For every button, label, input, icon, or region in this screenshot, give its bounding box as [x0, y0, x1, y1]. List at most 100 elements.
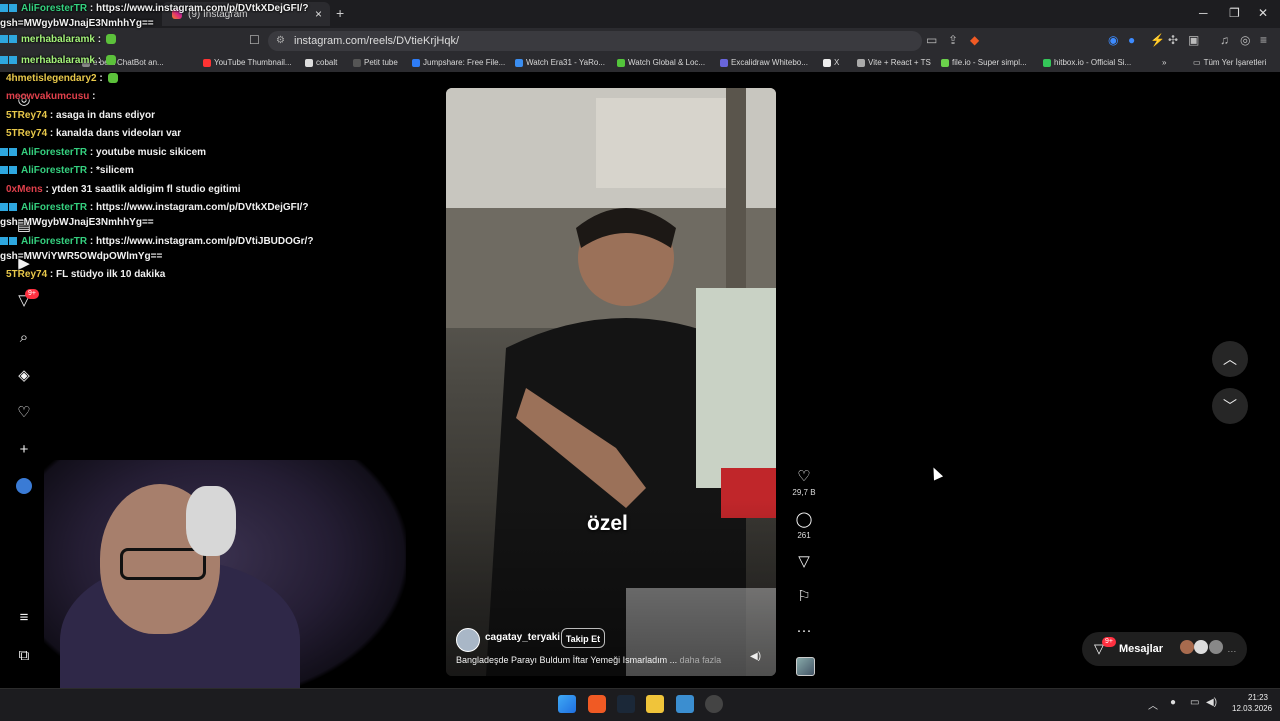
chat-message: gsh=MWgybWJnajE3NmhhYg==	[0, 18, 154, 29]
share-icon[interactable]: ▽	[794, 552, 814, 570]
bookmark-label: cobalt	[316, 58, 338, 67]
apps-icon[interactable]: ⧉	[14, 646, 34, 666]
save-icon[interactable]: ⚐	[794, 587, 814, 605]
bookmarks-overflow-button[interactable]: »	[1162, 58, 1166, 67]
bookmark-item[interactable]: hitbox.io - Official Si...	[1043, 58, 1131, 67]
bookmarks-bar: e best ChatBot an... YouTube Thumbnail...…	[0, 54, 1280, 73]
chat-username[interactable]: 4hmetislegendary2	[6, 73, 97, 84]
bookmark-page-icon[interactable]: ☐	[249, 33, 260, 47]
chat-username[interactable]: AliForesterTR	[21, 165, 87, 176]
bookmark-item[interactable]: file.io - Super simpl...	[941, 58, 1027, 67]
brave-browser-icon[interactable]	[588, 695, 606, 713]
heart-icon[interactable]: ♡	[14, 403, 34, 423]
system-clock[interactable]: 21:23 12.03.2026	[1232, 692, 1272, 714]
bookmark-item[interactable]: Petit tube	[353, 58, 398, 67]
like-icon[interactable]: ♡	[794, 467, 814, 485]
mute-icon[interactable]: ◀)	[750, 651, 761, 662]
next-reel-button[interactable]: ﹀	[1212, 388, 1248, 424]
bookmark-favicon-icon	[941, 58, 949, 67]
bookmark-item[interactable]: Jumpshare: Free File...	[412, 58, 505, 67]
menu-icon[interactable]: ≡	[14, 608, 34, 628]
address-bar[interactable]: ⚙ instagram.com/reels/DVtieKrjHqk/	[268, 31, 922, 51]
profile-avatar[interactable]	[14, 478, 34, 498]
chat-username[interactable]: 5TRey74	[6, 110, 47, 121]
more-options-icon[interactable]: ···	[794, 622, 814, 639]
restore-icon[interactable]: ❐	[1229, 6, 1240, 20]
cast-icon[interactable]: ▭	[926, 33, 937, 47]
steam-icon[interactable]	[617, 695, 635, 713]
bookmark-item[interactable]: X	[823, 58, 839, 67]
explore-icon[interactable]: ◈	[14, 366, 34, 386]
search-icon[interactable]: ⌕	[14, 328, 34, 348]
music-icon[interactable]: ♫	[1220, 33, 1229, 47]
previous-reel-button[interactable]: ︿	[1212, 341, 1248, 377]
chat-username[interactable]: meowvakumcusu	[6, 91, 89, 102]
bookmark-item[interactable]: Excalidraw Whitebo...	[720, 58, 808, 67]
sidebar-toggle-icon[interactable]: ▣	[1188, 33, 1199, 47]
extension-icon[interactable]: ◉	[1108, 33, 1118, 47]
chat-username[interactable]: merhabalaramk	[21, 55, 95, 66]
create-icon[interactable]: +	[14, 440, 34, 460]
new-tab-button[interactable]: +	[336, 5, 344, 21]
volume-icon[interactable]: ◀)	[1206, 697, 1217, 708]
chat-username[interactable]: AliForesterTR	[21, 236, 87, 247]
chat-username[interactable]: 5TRey74	[6, 128, 47, 139]
start-icon[interactable]	[558, 695, 576, 713]
all-bookmarks-button[interactable]: ▭ Tüm Yer İşaretleri	[1193, 58, 1266, 67]
more-link[interactable]: daha fazla	[680, 655, 722, 665]
chat-username[interactable]: 0xMens	[6, 184, 43, 195]
webcam-headphones	[186, 486, 236, 556]
reel-video[interactable]	[446, 88, 776, 676]
comment-icon[interactable]: ◯	[794, 510, 814, 528]
chat-emote-icon	[107, 73, 118, 83]
chat-separator: :	[87, 3, 97, 14]
brave-shields-icon[interactable]: ◆	[970, 33, 979, 47]
bookmark-label: Petit tube	[364, 58, 398, 67]
chat-username[interactable]: AliForesterTR	[21, 3, 87, 14]
chat-badge-icon	[9, 4, 17, 12]
site-info-icon[interactable]: ⚙	[276, 31, 285, 51]
bookmark-item[interactable]: Watch Era31 - YaRo...	[515, 58, 605, 67]
network-icon[interactable]: ▭	[1190, 697, 1199, 708]
chat-emote-icon	[105, 55, 116, 65]
messages-icon[interactable]: ▽ 9+	[14, 289, 39, 311]
chat-username[interactable]: 5TRey74	[6, 269, 47, 280]
author-username[interactable]: cagatay_teryaki	[485, 632, 560, 643]
bookmark-item[interactable]: cobalt	[305, 58, 337, 67]
file-explorer-icon[interactable]	[646, 695, 664, 713]
chat-message: meowvakumcusu :	[0, 91, 95, 102]
chat-separator: :	[87, 202, 97, 213]
close-tab-icon[interactable]: ×	[315, 7, 322, 21]
app-icon[interactable]	[676, 695, 694, 713]
bookmark-item[interactable]: Vite + React + TS	[857, 58, 931, 67]
chat-separator: :	[94, 55, 104, 66]
bookmark-item[interactable]: YouTube Thumbnail...	[203, 58, 292, 67]
author-avatar[interactable]	[456, 628, 480, 652]
folder-icon: ▭	[1193, 58, 1201, 67]
vpn-icon[interactable]: ●	[1128, 33, 1135, 47]
bookmark-favicon-icon	[857, 58, 865, 67]
wallet-icon[interactable]: ◎	[1240, 33, 1250, 47]
chat-message: gsh=MWgybWJnajE3NmhhYg==	[0, 217, 154, 228]
chat-text: https://www.instagram.com/p/DVtkXDejGFI/…	[96, 3, 309, 14]
tray-overflow-icon[interactable]: ︿	[1148, 697, 1158, 712]
obs-icon[interactable]	[705, 695, 723, 713]
chat-username[interactable]: AliForesterTR	[21, 202, 87, 213]
chat-text: https://www.instagram.com/p/DVtiJBUDOGr/…	[96, 236, 314, 247]
chat-username[interactable]: AliForesterTR	[21, 147, 87, 158]
window-close-icon[interactable]: ✕	[1258, 6, 1268, 20]
chat-text: *silicem	[96, 165, 134, 176]
chat-username[interactable]: merhabalaramk	[21, 34, 95, 45]
bookmark-label: Jumpshare: Free File...	[423, 58, 506, 67]
chat-message: AliForesterTR : https://www.instagram.co…	[0, 3, 308, 14]
share-icon[interactable]: ⇪	[948, 33, 958, 47]
messages-badge: 9+	[1102, 637, 1116, 647]
minimize-icon[interactable]: ─	[1199, 6, 1208, 20]
puzzle-icon[interactable]: ✣	[1168, 33, 1178, 47]
audio-thumbnail[interactable]	[796, 657, 815, 676]
extension-2-icon[interactable]: ⚡	[1150, 33, 1165, 47]
microphone-icon[interactable]: ●	[1170, 697, 1176, 708]
main-menu-icon[interactable]: ≡	[1260, 33, 1267, 47]
follow-button[interactable]: Takip Et	[561, 628, 605, 648]
bookmark-item[interactable]: Watch Global & Loc...	[617, 58, 705, 67]
